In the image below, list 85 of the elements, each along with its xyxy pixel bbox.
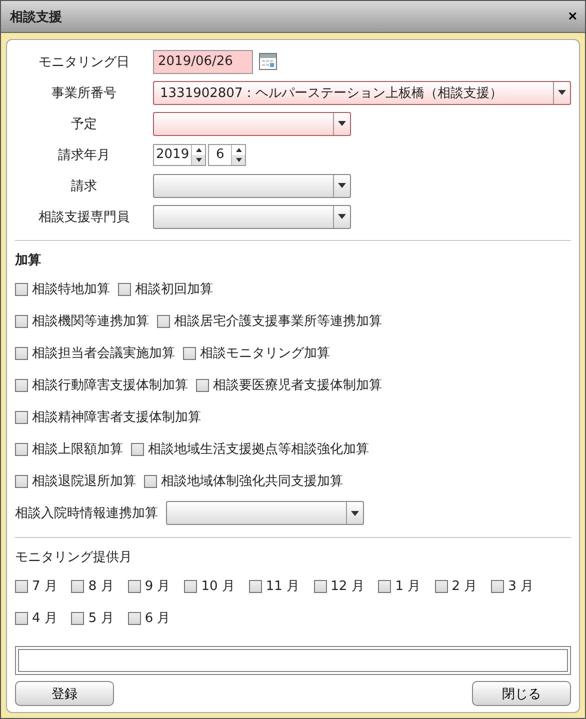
checkbox[interactable] xyxy=(15,314,28,328)
checkbox-label: 相談初回加算 xyxy=(135,281,213,298)
date-field[interactable]: 2019/06/26 xyxy=(153,50,253,74)
checkbox-label: 1 月 xyxy=(395,578,421,595)
caret-icon xyxy=(338,214,346,219)
dropdown[interactable] xyxy=(153,174,351,198)
text-field[interactable] xyxy=(15,646,571,675)
dropdown[interactable] xyxy=(153,204,351,228)
checkbox-label: 相談特地加算 xyxy=(32,281,110,298)
checkbox[interactable] xyxy=(71,612,84,624)
checkbox-label: 11 月 xyxy=(266,578,300,595)
checkbox[interactable] xyxy=(184,580,198,592)
checkbox[interactable] xyxy=(144,474,157,488)
checkbox[interactable] xyxy=(71,580,84,592)
section-title: モニタリング提供月 xyxy=(15,549,133,567)
checkbox-label: 9 月 xyxy=(144,578,170,595)
checkbox[interactable] xyxy=(15,474,28,488)
checkbox-label: 相談地域生活支援拠点等相談強化加算 xyxy=(148,441,369,458)
down-arrow-icon[interactable] xyxy=(196,158,202,162)
spinner-value: 6 xyxy=(214,147,226,162)
checkbox[interactable] xyxy=(15,378,28,392)
checkbox-label: 相談機関等連携加算 xyxy=(32,313,149,330)
spinner-value: 2019 xyxy=(155,147,190,162)
month-spinner[interactable]: 6 xyxy=(208,144,246,166)
checkbox[interactable] xyxy=(314,580,327,592)
checkbox[interactable] xyxy=(491,580,504,592)
field-label: 相談支援専門員 xyxy=(38,208,130,226)
field-label: 事業所番号 xyxy=(50,84,118,102)
checkbox-label: 2 月 xyxy=(452,578,478,595)
checkbox-label: 12 月 xyxy=(330,578,364,595)
checkbox-label: 8 月 xyxy=(88,578,114,595)
checkbox-label: 相談上限額加算 xyxy=(32,441,123,458)
up-arrow-icon[interactable] xyxy=(236,148,242,152)
checkbox-label: 相談精神障害者支援体制加算 xyxy=(32,409,201,426)
checkbox[interactable] xyxy=(131,442,144,456)
field-label: 請求 xyxy=(70,178,98,194)
checkbox[interactable] xyxy=(183,346,196,360)
year-spinner[interactable]: 2019 xyxy=(153,144,206,166)
checkbox[interactable] xyxy=(118,282,131,296)
checkbox-label: 相談地域体制強化共同支援加算 xyxy=(161,473,343,490)
checkbox[interactable] xyxy=(248,580,262,592)
field-label: モニタリング日 xyxy=(38,54,130,70)
caret-icon xyxy=(338,183,346,188)
checkbox-label: 相談居宅介護支援事業所等連携加算 xyxy=(174,313,382,330)
checkbox[interactable] xyxy=(15,410,28,424)
close-button[interactable]: × xyxy=(568,8,577,25)
checkbox[interactable] xyxy=(128,612,141,624)
section-title: 加算 xyxy=(15,252,42,270)
caret-icon xyxy=(351,510,359,516)
checkbox[interactable] xyxy=(15,442,28,456)
dropdown[interactable] xyxy=(153,112,351,136)
field-label: 予定 xyxy=(70,116,98,132)
caret-icon xyxy=(558,90,566,95)
checkbox-label: 4 月 xyxy=(32,610,58,627)
checkbox[interactable] xyxy=(15,282,28,296)
checkbox-label: 相談退院退所加算 xyxy=(32,473,136,490)
checkbox[interactable] xyxy=(196,378,209,392)
checkbox-label: 相談行動障害支援体制加算 xyxy=(32,377,188,394)
dropdown[interactable]: 1331902807：ヘルパーステーション上板橋（相談支援） xyxy=(153,80,571,104)
checkbox-label: 相談要医療児者支援体制加算 xyxy=(213,377,382,394)
dialog-button[interactable]: 登録 xyxy=(15,681,114,706)
checkbox[interactable] xyxy=(15,346,28,360)
checkbox-label: 6 月 xyxy=(144,610,170,627)
calendar-icon[interactable] xyxy=(259,53,277,70)
checkbox[interactable] xyxy=(157,314,170,328)
checkbox[interactable] xyxy=(128,580,141,592)
down-arrow-icon[interactable] xyxy=(236,158,242,162)
checkbox[interactable] xyxy=(15,580,28,592)
window-title: 相談支援 xyxy=(10,8,62,26)
checkbox-label: 相談モニタリング加算 xyxy=(200,345,330,362)
caret-icon xyxy=(338,121,346,126)
dropdown[interactable] xyxy=(166,501,364,525)
dialog-button[interactable]: 閉じる xyxy=(472,681,571,706)
checkbox[interactable] xyxy=(378,580,392,592)
checkbox-label: 3 月 xyxy=(508,578,534,595)
up-arrow-icon[interactable] xyxy=(196,148,202,152)
checkbox[interactable] xyxy=(434,580,448,592)
checkbox[interactable] xyxy=(15,612,28,624)
field-label: 請求年月 xyxy=(57,146,111,164)
field-label: 相談入院時情報連携加算 xyxy=(15,505,158,522)
checkbox-label: 相談担当者会議実施加算 xyxy=(32,345,175,362)
select-value: 1331902807：ヘルパーステーション上板橋（相談支援） xyxy=(159,84,504,102)
checkbox-label: 10 月 xyxy=(201,578,235,595)
checkbox-label: 7 月 xyxy=(32,578,58,595)
checkbox-label: 5 月 xyxy=(88,610,114,627)
